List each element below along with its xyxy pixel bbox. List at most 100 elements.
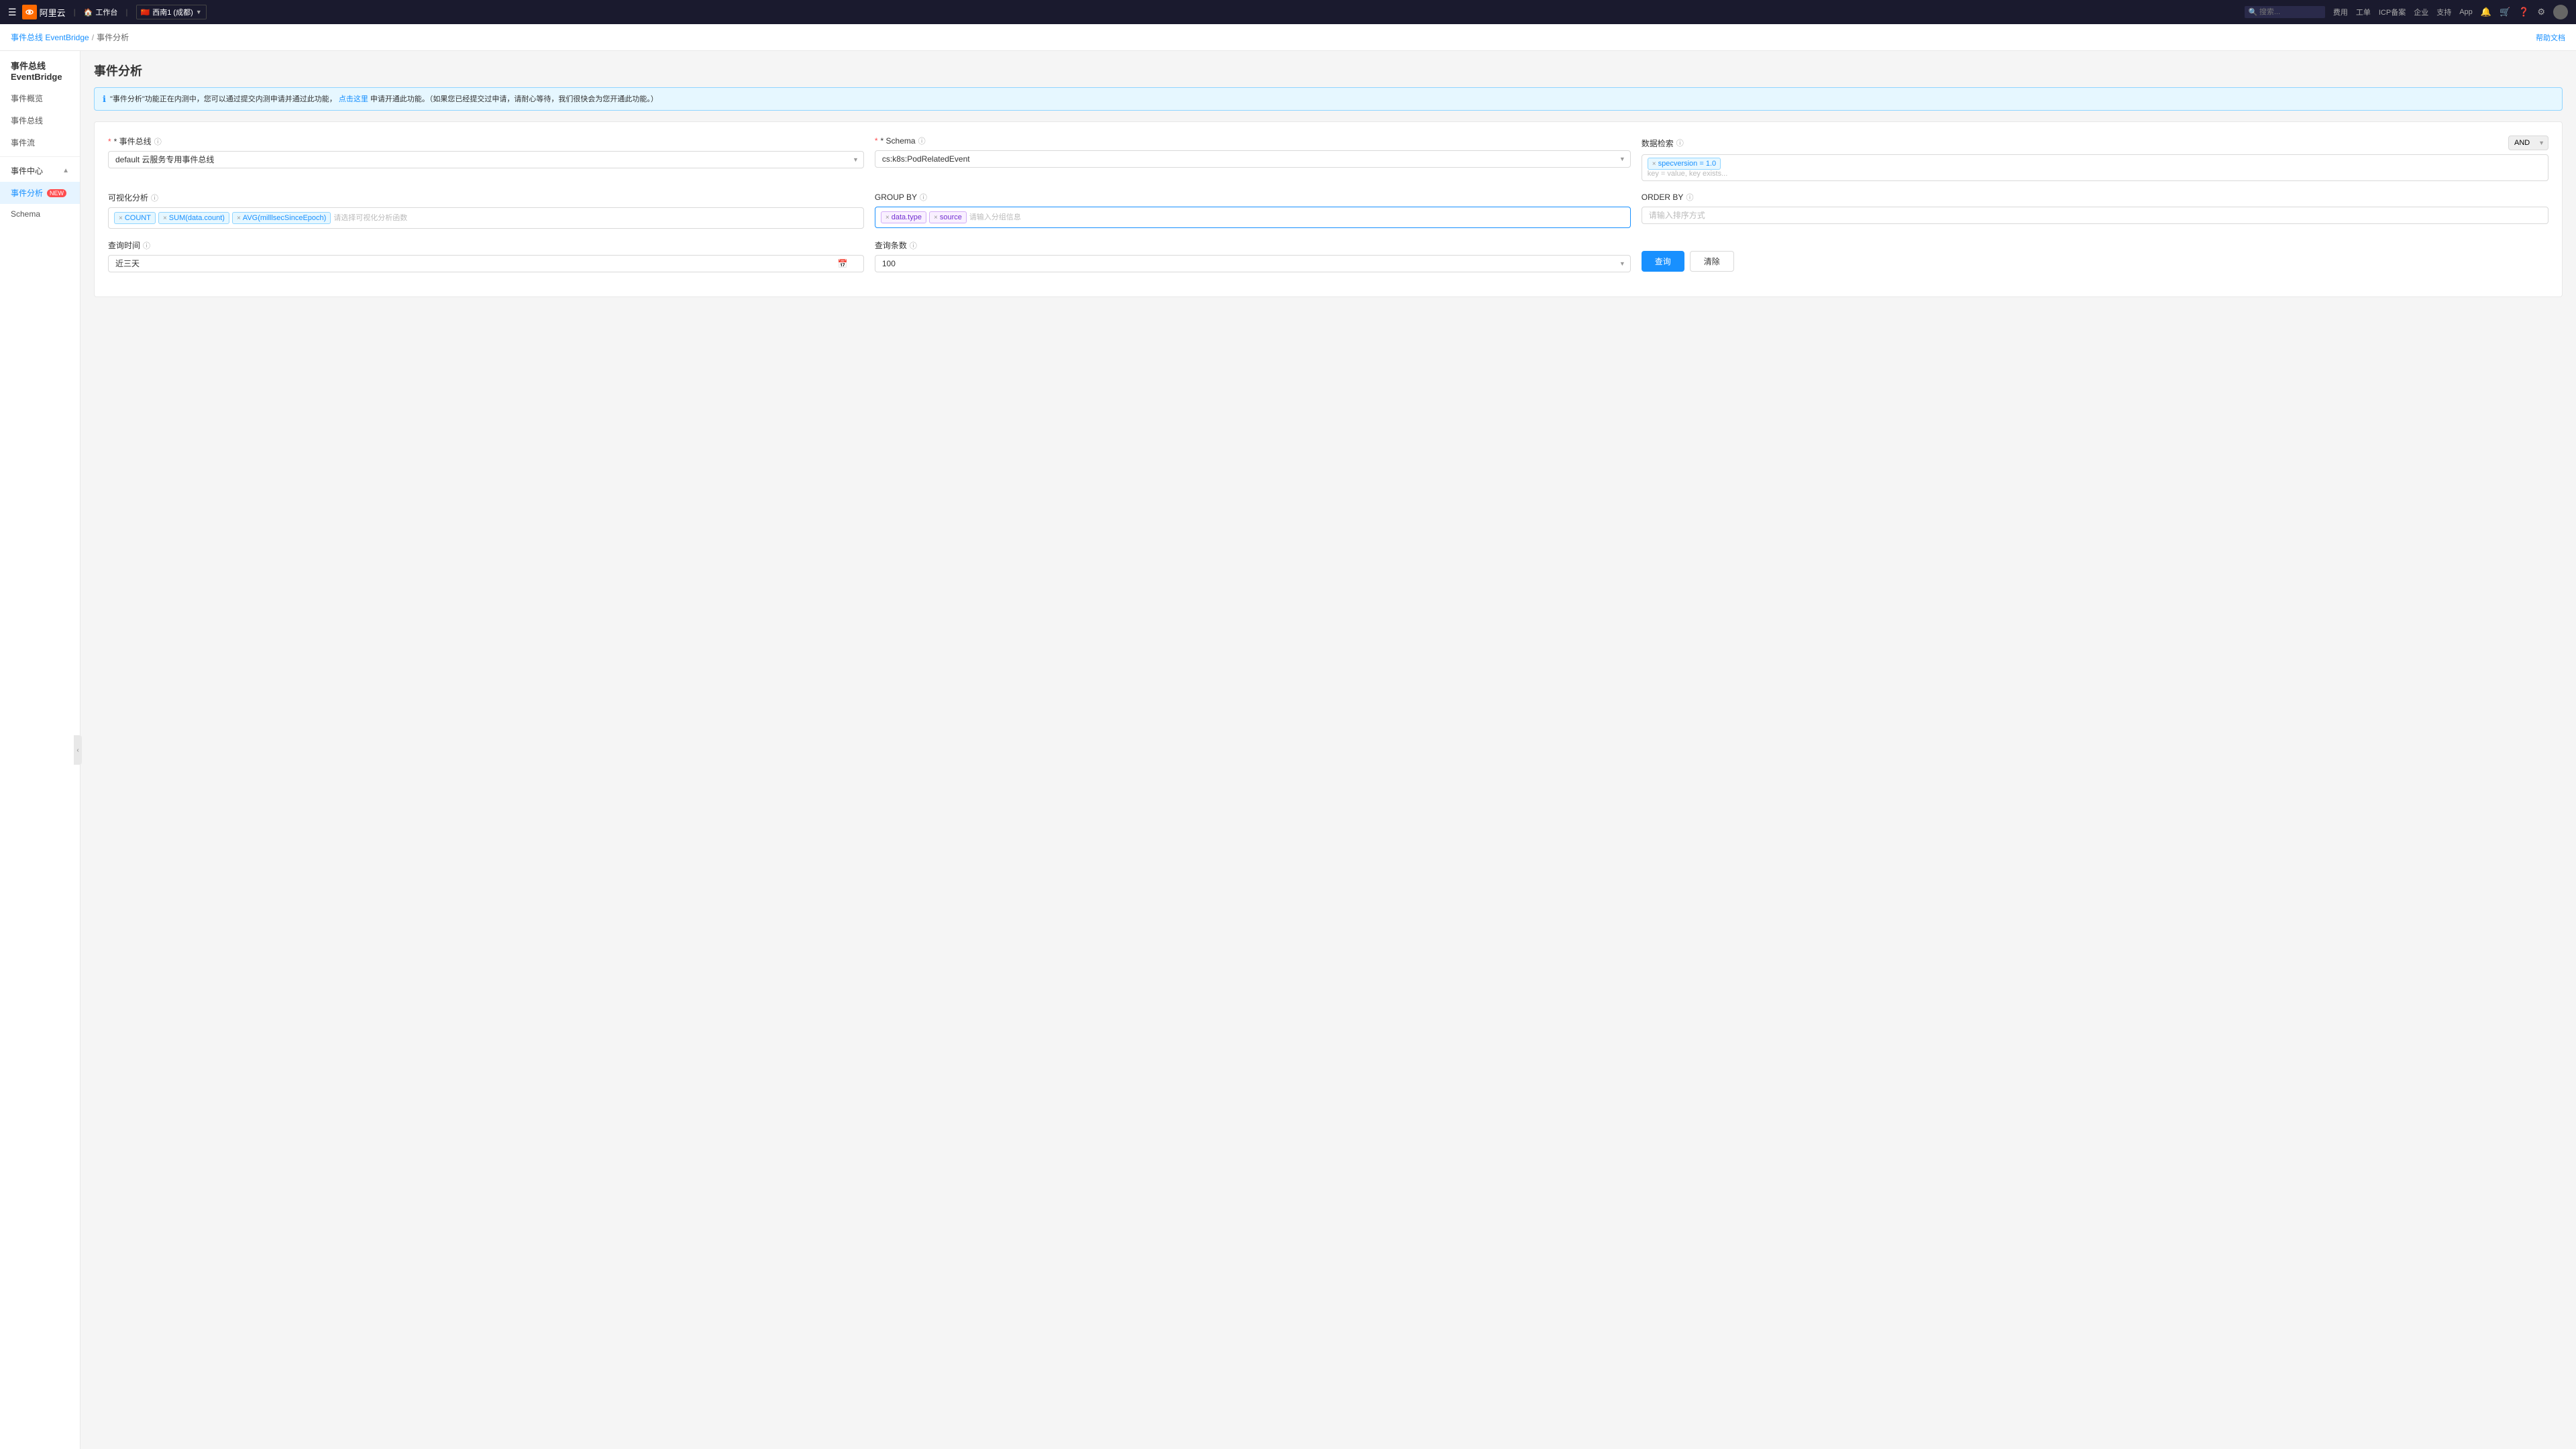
sidebar-item-schema[interactable]: Schema: [0, 204, 80, 224]
order-by-help-icon[interactable]: ⓘ: [1686, 192, 1693, 203]
logo-icon: [22, 5, 37, 19]
filter-tag-specversion: × specversion = 1.0: [1648, 158, 1721, 170]
field-event-bus: * * 事件总线 ⓘ default 云服务专用事件总线: [108, 136, 864, 168]
query-time-wrapper: 近三天 📅: [108, 255, 864, 272]
sidebar-collapse-button[interactable]: ‹: [74, 735, 82, 765]
nav-enterprise[interactable]: 企业: [2414, 7, 2428, 17]
field-query-time: 查询时间 ⓘ 近三天 📅: [108, 239, 864, 272]
query-count-label: 查询条数 ⓘ: [875, 239, 1631, 251]
visualization-tags-area[interactable]: × COUNT × SUM(data.count) × AVG(milllsec…: [108, 207, 864, 229]
query-time-help-icon[interactable]: ⓘ: [143, 240, 150, 251]
schema-help-icon[interactable]: ⓘ: [918, 136, 926, 146]
group-by-tag-source: × source: [929, 211, 967, 223]
viz-tag-count-close[interactable]: ×: [119, 215, 123, 222]
menu-icon[interactable]: ☰: [8, 7, 17, 18]
info-link[interactable]: 点击这里: [339, 95, 368, 103]
notification-icon[interactable]: 🔔: [2481, 7, 2491, 17]
filter-tag-close[interactable]: ×: [1652, 160, 1656, 168]
avatar[interactable]: [2553, 5, 2568, 19]
field-order-by: ORDER BY ⓘ: [1642, 192, 2548, 224]
query-count-select[interactable]: 100: [875, 255, 1631, 272]
clear-button[interactable]: 清除: [1690, 251, 1734, 272]
query-time-select[interactable]: 近三天: [108, 255, 864, 272]
viz-tag-avg-close[interactable]: ×: [237, 215, 241, 222]
form-card: * * 事件总线 ⓘ default 云服务专用事件总线 * * Schema: [94, 121, 2563, 297]
schema-label: * * Schema ⓘ: [875, 136, 1631, 146]
settings-icon[interactable]: ⚙: [2537, 7, 2545, 17]
and-select[interactable]: AND: [2508, 136, 2548, 150]
region-selector[interactable]: 🇨🇳 西南1 (成都) ▼: [136, 5, 207, 19]
visualization-input[interactable]: [333, 214, 858, 222]
order-by-input[interactable]: [1642, 207, 2548, 224]
info-text-1: "事件分析"功能正在内测中，您可以通过提交内测申请并通过此功能，: [110, 95, 337, 103]
doc-link[interactable]: 帮助文档: [2536, 32, 2565, 43]
sidebar-title[interactable]: 事件总线 EventBridge: [0, 51, 80, 87]
viz-tag-avg: × AVG(milllsecSinceEpoch): [232, 212, 331, 224]
sidebar-section-event-center[interactable]: 事件中心 ▲: [0, 160, 80, 182]
action-buttons: 查询 清除: [1642, 251, 2548, 272]
form-row-1: * * 事件总线 ⓘ default 云服务专用事件总线 * * Schema: [108, 136, 2548, 181]
nav-app[interactable]: App: [2459, 8, 2473, 16]
filter-placeholder: key = value, key exists...: [1648, 170, 2542, 178]
main-layout: 事件总线 EventBridge 事件概览 事件总线 事件流 事件中心 ▲ 事件…: [0, 51, 2576, 1449]
order-by-label: ORDER BY ⓘ: [1642, 192, 2548, 203]
group-by-help-icon[interactable]: ⓘ: [920, 192, 927, 203]
info-banner: ℹ "事件分析"功能正在内测中，您可以通过提交内测申请并通过此功能， 点击这里 …: [94, 87, 2563, 111]
logo-text: 阿里云: [40, 6, 66, 19]
breadcrumb-current: 事件分析: [97, 32, 129, 43]
data-filter-help-icon[interactable]: ⓘ: [1676, 138, 1684, 148]
help-icon[interactable]: ❓: [2518, 7, 2529, 17]
nav-icp[interactable]: ICP备案: [2379, 7, 2406, 17]
sidebar-item-stream[interactable]: 事件流: [0, 131, 80, 154]
visualization-help-icon[interactable]: ⓘ: [151, 193, 158, 203]
event-bus-help-icon[interactable]: ⓘ: [154, 136, 162, 147]
field-data-filter: 数据检索 ⓘ AND × specve: [1642, 136, 2548, 181]
info-icon: ℹ: [103, 94, 106, 105]
data-filter-area[interactable]: × specversion = 1.0 key = value, key exi…: [1642, 154, 2548, 181]
event-bus-select[interactable]: default 云服务专用事件总线: [108, 151, 864, 168]
group-by-tag-datatype-close[interactable]: ×: [885, 214, 890, 221]
sidebar-item-analysis[interactable]: 事件分析 NEW: [0, 182, 80, 204]
sidebar-divider: [0, 156, 80, 157]
breadcrumb: 事件总线 EventBridge / 事件分析: [11, 32, 129, 43]
schema-select-wrapper: cs:k8s:PodRelatedEvent: [875, 150, 1631, 168]
field-query-count: 查询条数 ⓘ 100: [875, 239, 1631, 272]
search-container: 🔍: [2245, 6, 2325, 18]
viz-tag-count: × COUNT: [114, 212, 156, 224]
query-count-wrapper: 100: [875, 255, 1631, 272]
secondary-nav: 事件总线 EventBridge / 事件分析 帮助文档: [0, 24, 2576, 51]
top-navigation: ☰ 阿里云 | 🏠 工作台 | 🇨🇳 西南1 (成都) ▼ 🔍 费用: [0, 0, 2576, 24]
sidebar-item-overview[interactable]: 事件概览: [0, 87, 80, 109]
field-visualization: 可视化分析 ⓘ × COUNT × SUM(data.count): [108, 192, 864, 229]
workbench-button[interactable]: 🏠 工作台: [84, 7, 118, 17]
cart-icon[interactable]: 🛒: [2500, 7, 2510, 17]
schema-select[interactable]: cs:k8s:PodRelatedEvent: [875, 150, 1631, 168]
form-row-3: 查询时间 ⓘ 近三天 📅 查询条数 ⓘ: [108, 239, 2548, 272]
query-time-label: 查询时间 ⓘ: [108, 239, 864, 251]
search-icon: 🔍: [2249, 8, 2258, 17]
nav-ticket[interactable]: 工单: [2356, 7, 2371, 17]
event-bus-select-wrapper: default 云服务专用事件总线: [108, 151, 864, 168]
viz-tag-sum-close[interactable]: ×: [163, 215, 167, 222]
form-row-2: 可视化分析 ⓘ × COUNT × SUM(data.count): [108, 192, 2548, 229]
page-title: 事件分析: [94, 62, 2563, 79]
group-by-tag-source-close[interactable]: ×: [934, 214, 938, 221]
chevron-down-icon: ▼: [196, 9, 202, 15]
query-button[interactable]: 查询: [1642, 251, 1684, 272]
sidebar-item-bus[interactable]: 事件总线: [0, 109, 80, 131]
query-count-help-icon[interactable]: ⓘ: [910, 240, 917, 251]
breadcrumb-eventbridge[interactable]: 事件总线 EventBridge: [11, 32, 89, 43]
group-by-input[interactable]: [969, 213, 1625, 221]
viz-tag-sum: × SUM(data.count): [158, 212, 229, 224]
visualization-label: 可视化分析 ⓘ: [108, 192, 864, 203]
info-text-2: 申请开通此功能。（如果您已经提交过申请，请耐心等待，我们很快会为您开通此功能。）: [370, 95, 658, 103]
sidebar: 事件总线 EventBridge 事件概览 事件总线 事件流 事件中心 ▲ 事件…: [0, 51, 80, 1449]
nav-support[interactable]: 支持: [2436, 7, 2451, 17]
chevron-up-icon: ▲: [62, 167, 69, 174]
logo: 阿里云: [22, 5, 66, 19]
chevron-left-icon: ‹: [76, 747, 78, 754]
nav-fees[interactable]: 费用: [2333, 7, 2348, 17]
group-by-tags-area[interactable]: × data.type × source: [875, 207, 1631, 228]
main-content: 事件分析 ℹ "事件分析"功能正在内测中，您可以通过提交内测申请并通过此功能， …: [80, 51, 2576, 1449]
field-group-by: GROUP BY ⓘ × data.type × source: [875, 192, 1631, 228]
